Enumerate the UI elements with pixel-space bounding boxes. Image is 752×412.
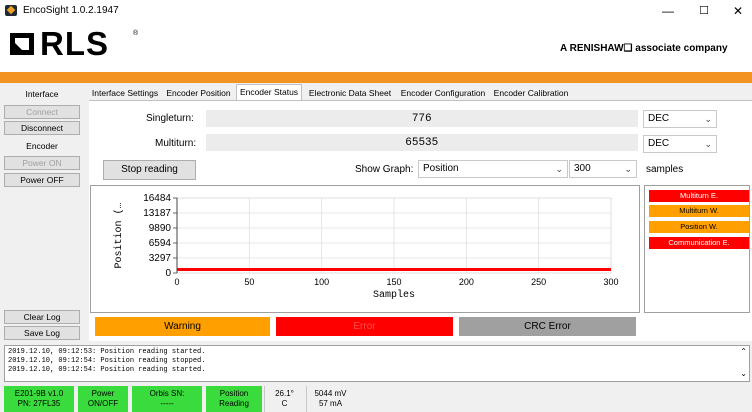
tab-encoder-status[interactable]: Encoder Status (236, 84, 302, 100)
x-tick-label: 300 (603, 277, 618, 287)
position-chart: 0 3297 6594 9890 13187 16484 0 50 100 150 200 250 30… (113, 193, 619, 301)
x-tick-label: 50 (244, 277, 254, 287)
chevron-down-icon: ⌄ (555, 164, 563, 174)
singleturn-label: Singleturn: (146, 113, 194, 124)
power-status: Power ON/OFF (78, 386, 128, 412)
orbis-sn-value: ----- (160, 399, 174, 408)
connect-button[interactable]: Connect (4, 105, 80, 119)
encoder-label: Encoder (4, 139, 80, 153)
save-log-button[interactable]: Save Log (4, 326, 80, 340)
close-button[interactable]: ✕ (728, 3, 748, 19)
log-area[interactable]: 2019.12.10, 09:12:53: Position reading s… (4, 345, 750, 382)
clear-log-button[interactable]: Clear Log (4, 310, 80, 324)
multiturn-label: Multiturn: (155, 138, 197, 149)
stop-reading-button[interactable]: Stop reading (103, 160, 196, 180)
chevron-down-icon: ⌄ (624, 164, 632, 174)
interface-title: Interface (4, 87, 80, 101)
power-status-label: Power (91, 389, 115, 398)
tab-encoder-calibration[interactable]: Encoder Calibration (491, 86, 571, 100)
x-axis-label: Samples (373, 289, 415, 301)
graph-select[interactable]: Position ⌄ (418, 160, 568, 178)
device-version: E201-9B v1.0 (14, 389, 64, 398)
maximize-button[interactable]: ☐ (694, 3, 714, 19)
x-tick-label: 250 (531, 277, 546, 287)
crc-error-indicator: CRC Error (459, 317, 636, 336)
position-status-value: Reading (219, 399, 249, 408)
current-value: 57 mA (318, 399, 343, 408)
graph-select-value: Position (423, 163, 459, 174)
accent-bar (0, 72, 752, 83)
temperature-status: 26.1° C (264, 386, 304, 412)
voltage-value: 5044 mV (314, 389, 347, 398)
y-tick-label: 13187 (143, 208, 171, 219)
supply-status: 5044 mV 57 mA (306, 386, 354, 412)
y-tick-label: 3297 (149, 253, 172, 264)
chevron-down-icon: ⌄ (704, 114, 712, 124)
y-tick-label: 6594 (149, 238, 172, 249)
registered-mark: ® (133, 30, 139, 37)
status-list: Multiturn E. Multiturn W. Position W. Co… (644, 185, 750, 313)
position-reading-status: Position Reading (206, 386, 262, 412)
status-multiturn-warning: Multiturn W. (649, 205, 749, 217)
samples-label: samples (646, 164, 684, 175)
x-tick-label: 150 (386, 277, 401, 287)
multiturn-value: 65535 (206, 134, 638, 151)
power-status-value: ON/OFF (87, 399, 119, 408)
singleturn-format-value: DEC (648, 113, 670, 124)
status-position-warning: Position W. (649, 221, 749, 233)
window-title: EncoSight 1.0.2.1947 (23, 5, 119, 16)
tab-encoder-configuration[interactable]: Encoder Configuration (397, 86, 489, 100)
interface-panel: Interface Connect Disconnect Encoder Pow… (0, 83, 84, 341)
power-off-button[interactable]: Power OFF (4, 173, 80, 187)
show-graph-label: Show Graph: (355, 164, 414, 175)
y-tick-label: 9890 (149, 223, 172, 234)
scroll-down-icon[interactable]: ⌄ (740, 369, 747, 378)
log-line: 2019.12.10, 09:12:53: Position reading s… (8, 348, 206, 356)
temperature-unit: C (281, 399, 288, 408)
rls-logo-mark (10, 31, 36, 57)
x-tick-label: 0 (174, 277, 179, 287)
warning-indicator: Warning (95, 317, 270, 336)
multiturn-format-value: DEC (648, 138, 670, 149)
status-communication-error: Communication E. (649, 237, 749, 249)
minimize-button[interactable]: — (658, 3, 678, 19)
power-on-button[interactable]: Power ON (4, 156, 80, 170)
samples-select-value: 300 (574, 163, 591, 174)
chevron-down-icon: ⌄ (704, 139, 712, 149)
position-status-label: Position (219, 389, 249, 398)
position-graph: 0 3297 6594 9890 13187 16484 0 50 100 150 200 250 30… (90, 185, 640, 313)
rls-logo: RLS (40, 25, 109, 62)
samples-select[interactable]: 300 ⌄ (569, 160, 637, 178)
temperature-value: 26.1° (275, 389, 294, 398)
orbis-sn-status: Orbis SN: ----- (132, 386, 202, 412)
device-pn: PN: 27FL35 (17, 399, 61, 408)
scroll-up-icon[interactable]: ⌃ (740, 347, 747, 356)
singleturn-value: 776 (206, 110, 638, 127)
app-icon (5, 5, 17, 16)
tab-interface-settings[interactable]: Interface Settings (89, 86, 161, 100)
orbis-sn-label: Orbis SN: (149, 389, 185, 398)
error-indicator: Error (276, 317, 453, 336)
status-multiturn-error: Multiturn E. (649, 190, 749, 202)
log-line: 2019.12.10, 09:12:54: Position reading s… (8, 357, 206, 365)
y-axis-label: Position (… (113, 202, 125, 268)
tab-electronic-data-sheet[interactable]: Electronic Data Sheet (304, 86, 396, 100)
y-tick-label: 0 (165, 268, 171, 279)
tab-encoder-position[interactable]: Encoder Position (163, 86, 234, 100)
x-tick-label: 100 (314, 277, 329, 287)
disconnect-button[interactable]: Disconnect (4, 121, 80, 135)
singleturn-format-select[interactable]: DEC ⌄ (643, 110, 717, 128)
device-status: E201-9B v1.0 PN: 27FL35 (4, 386, 74, 412)
associate-tagline: A RENISHAW❑ associate company (560, 43, 728, 54)
y-tick-label: 16484 (143, 193, 171, 204)
log-line: 2019.12.10, 09:12:54: Position reading s… (8, 366, 206, 374)
x-tick-label: 200 (459, 277, 474, 287)
multiturn-format-select[interactable]: DEC ⌄ (643, 135, 717, 153)
